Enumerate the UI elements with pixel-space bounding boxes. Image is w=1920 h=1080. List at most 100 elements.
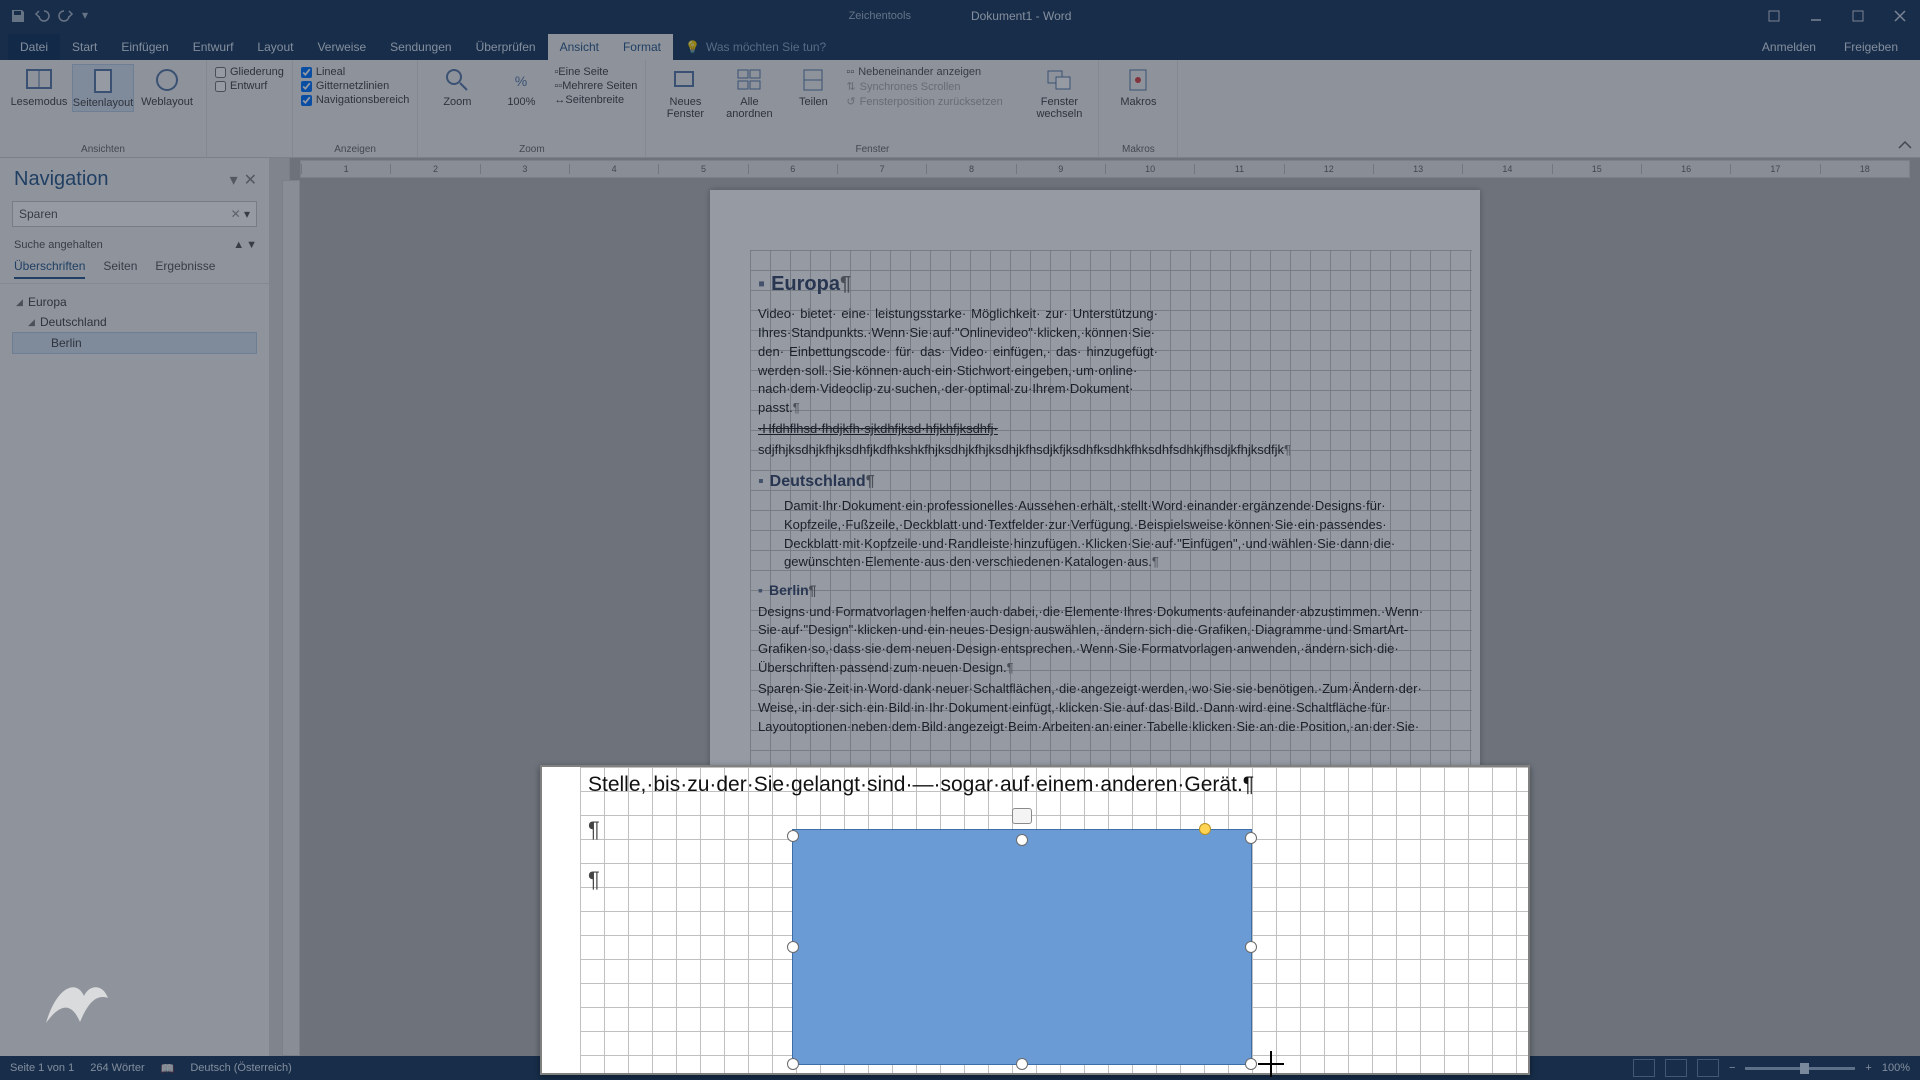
nav-tab-results[interactable]: Ergebnisse (155, 259, 215, 279)
tab-entwurf[interactable]: Entwurf (181, 34, 246, 60)
tab-sendungen[interactable]: Sendungen (378, 34, 463, 60)
tell-me-search[interactable]: 💡Was möchten Sie tun? (673, 34, 838, 60)
new-window-button[interactable]: Neues Fenster (654, 64, 716, 122)
web-view-icon[interactable] (1697, 1059, 1719, 1077)
side-by-side-option[interactable]: ▫▫Nebeneinander anzeigen (846, 66, 1026, 78)
resize-handle-n[interactable] (1016, 834, 1028, 846)
word-count[interactable]: 264 Wörter (90, 1062, 144, 1074)
tab-start[interactable]: Start (60, 34, 109, 60)
magnified-text-line[interactable]: Stelle,·bis·zu·der·Sie·gelangt·sind·—·so… (588, 773, 1254, 797)
zoom-in-icon[interactable]: + (1865, 1062, 1871, 1074)
nav-search-box[interactable]: Sparen ✕ ▾ (12, 201, 257, 227)
zoom-100-button[interactable]: %100% (490, 64, 552, 110)
paragraph-5[interactable]: Sparen·Sie·Zeit·in·Word·dank·neuer·Schal… (758, 680, 1440, 737)
maximize-icon[interactable] (1838, 2, 1878, 30)
share-button[interactable]: Freigeben (1832, 34, 1910, 60)
print-view-icon[interactable] (1665, 1059, 1687, 1077)
zoom-slider[interactable] (1745, 1067, 1855, 1070)
save-icon[interactable] (10, 8, 26, 24)
read-mode-button[interactable]: Lesemodus (8, 64, 70, 112)
zoom-percent[interactable]: 100% (1882, 1062, 1910, 1074)
resize-handle-ne[interactable] (1245, 832, 1257, 844)
search-dropdown-icon[interactable]: ▾ (244, 207, 250, 221)
minimize-icon[interactable] (1796, 2, 1836, 30)
switch-windows-button[interactable]: Fenster wechseln (1028, 64, 1090, 122)
nav-dropdown-icon[interactable]: ▾ (230, 170, 238, 190)
svg-text:%: % (515, 73, 527, 89)
close-icon[interactable] (1880, 2, 1920, 30)
navigation-pane: Navigation ▾ ✕ Sparen ✕ ▾ Suche angehalt… (0, 158, 270, 1056)
paragraph-3[interactable]: Damit·Ihr·Dokument·ein·professionelles·A… (758, 497, 1440, 572)
paragraph-1[interactable]: Video· bietet· eine· leistungsstarke· Mö… (758, 305, 1158, 418)
page-content[interactable]: Europa Video· bietet· eine· leistungssta… (758, 264, 1440, 739)
read-view-icon[interactable] (1633, 1059, 1655, 1077)
draft-option[interactable]: Entwurf (215, 80, 284, 92)
tab-layout[interactable]: Layout (245, 34, 305, 60)
ribbon-tabs: Datei Start Einfügen Entwurf Layout Verw… (0, 32, 1920, 60)
nav-tab-headings[interactable]: Überschriften (14, 259, 85, 279)
tab-ansicht[interactable]: Ansicht (548, 34, 611, 60)
nav-search-value: Sparen (19, 207, 58, 221)
tab-format[interactable]: Format (611, 34, 673, 60)
proofing-icon[interactable]: 📖 (161, 1062, 175, 1075)
multi-page-option[interactable]: ▫▫Mehrere Seiten (554, 80, 637, 92)
resize-handle-se[interactable] (1245, 1058, 1257, 1070)
paragraph-2[interactable]: sdjfhjksdhjkfhjksdhfjkdfhkshkfhjksdhjkfh… (758, 441, 1440, 460)
paragraph-4[interactable]: Designs·und·Formatvorlagen·helfen·auch·d… (758, 603, 1440, 678)
resize-handle-e[interactable] (1245, 941, 1257, 953)
tab-verweise[interactable]: Verweise (305, 34, 378, 60)
next-result-icon[interactable]: ▼ (246, 239, 257, 251)
resize-handle-s[interactable] (1016, 1058, 1028, 1070)
one-page-option[interactable]: ▫Eine Seite (554, 66, 637, 78)
page-width-option[interactable]: ↔Seitenbreite (554, 94, 637, 106)
tree-node-deutschland[interactable]: ◢Deutschland (12, 312, 257, 332)
heading-europa[interactable]: Europa (758, 270, 1440, 299)
nav-close-icon[interactable]: ✕ (244, 170, 257, 190)
tab-datei[interactable]: Datei (8, 34, 60, 60)
language-label[interactable]: Deutsch (Österreich) (190, 1062, 291, 1074)
tab-ueberpruefen[interactable]: Überprüfen (464, 34, 548, 60)
heading-deutschland[interactable]: Deutschland (758, 470, 1440, 493)
outline-option[interactable]: Gliederung (215, 66, 284, 78)
tree-node-berlin[interactable]: Berlin (12, 332, 257, 354)
nav-pane-checkbox[interactable]: Navigationsbereich (301, 94, 410, 106)
gridlines-checkbox[interactable]: Gitternetzlinien (301, 80, 410, 92)
split-button[interactable]: Teilen (782, 64, 844, 122)
qat-dropdown-icon[interactable]: ▾ (82, 8, 98, 24)
clear-search-icon[interactable]: ✕ (231, 207, 241, 221)
redo-icon[interactable] (58, 8, 74, 24)
prev-result-icon[interactable]: ▲ (233, 239, 244, 251)
nav-tab-pages[interactable]: Seiten (103, 259, 137, 279)
layout-options-icon[interactable] (1012, 808, 1032, 824)
print-layout-button[interactable]: Seitenlayout (72, 64, 134, 112)
magnifier-icon (443, 66, 471, 94)
page-icon (89, 67, 117, 95)
tree-node-europa[interactable]: ◢Europa (12, 292, 257, 312)
resize-handle-sw[interactable] (787, 1058, 799, 1070)
group-anzeigen-left: Gliederung Entwurf (207, 60, 293, 157)
heading-berlin[interactable]: Berlin (758, 580, 1440, 600)
horizontal-ruler[interactable]: 123456789101112131415161718 (300, 160, 1910, 178)
macros-button[interactable]: Makros (1107, 64, 1169, 110)
ribbon-body: Lesemodus Seitenlayout Weblayout Ansicht… (0, 60, 1920, 158)
zoom-button[interactable]: Zoom (426, 64, 488, 110)
nav-title: Navigation (14, 168, 109, 191)
sign-in-link[interactable]: Anmelden (1750, 34, 1828, 60)
strike-text[interactable]: ·Hfdhflhsd·fhdjkfh·sjkdhfjksd·hfjkhfjksd… (758, 421, 998, 436)
nav-tree: ◢Europa ◢Deutschland Berlin (0, 284, 269, 362)
resize-handle-nw[interactable] (787, 830, 799, 842)
vertical-ruler[interactable] (282, 180, 300, 1056)
undo-icon[interactable] (34, 8, 50, 24)
arrange-all-button[interactable]: Alle anordnen (718, 64, 780, 122)
window-new-icon (671, 66, 699, 94)
ribbon-display-icon[interactable] (1754, 2, 1794, 30)
resize-handle-w[interactable] (787, 941, 799, 953)
rotate-handle[interactable] (1199, 823, 1211, 835)
ruler-checkbox[interactable]: Lineal (301, 66, 410, 78)
page-count[interactable]: Seite 1 von 1 (10, 1062, 74, 1074)
selected-rectangle-shape[interactable] (792, 829, 1252, 1065)
web-layout-button[interactable]: Weblayout (136, 64, 198, 112)
collapse-ribbon-icon[interactable] (1896, 137, 1914, 155)
tab-einfuegen[interactable]: Einfügen (109, 34, 180, 60)
zoom-out-icon[interactable]: − (1729, 1062, 1735, 1074)
